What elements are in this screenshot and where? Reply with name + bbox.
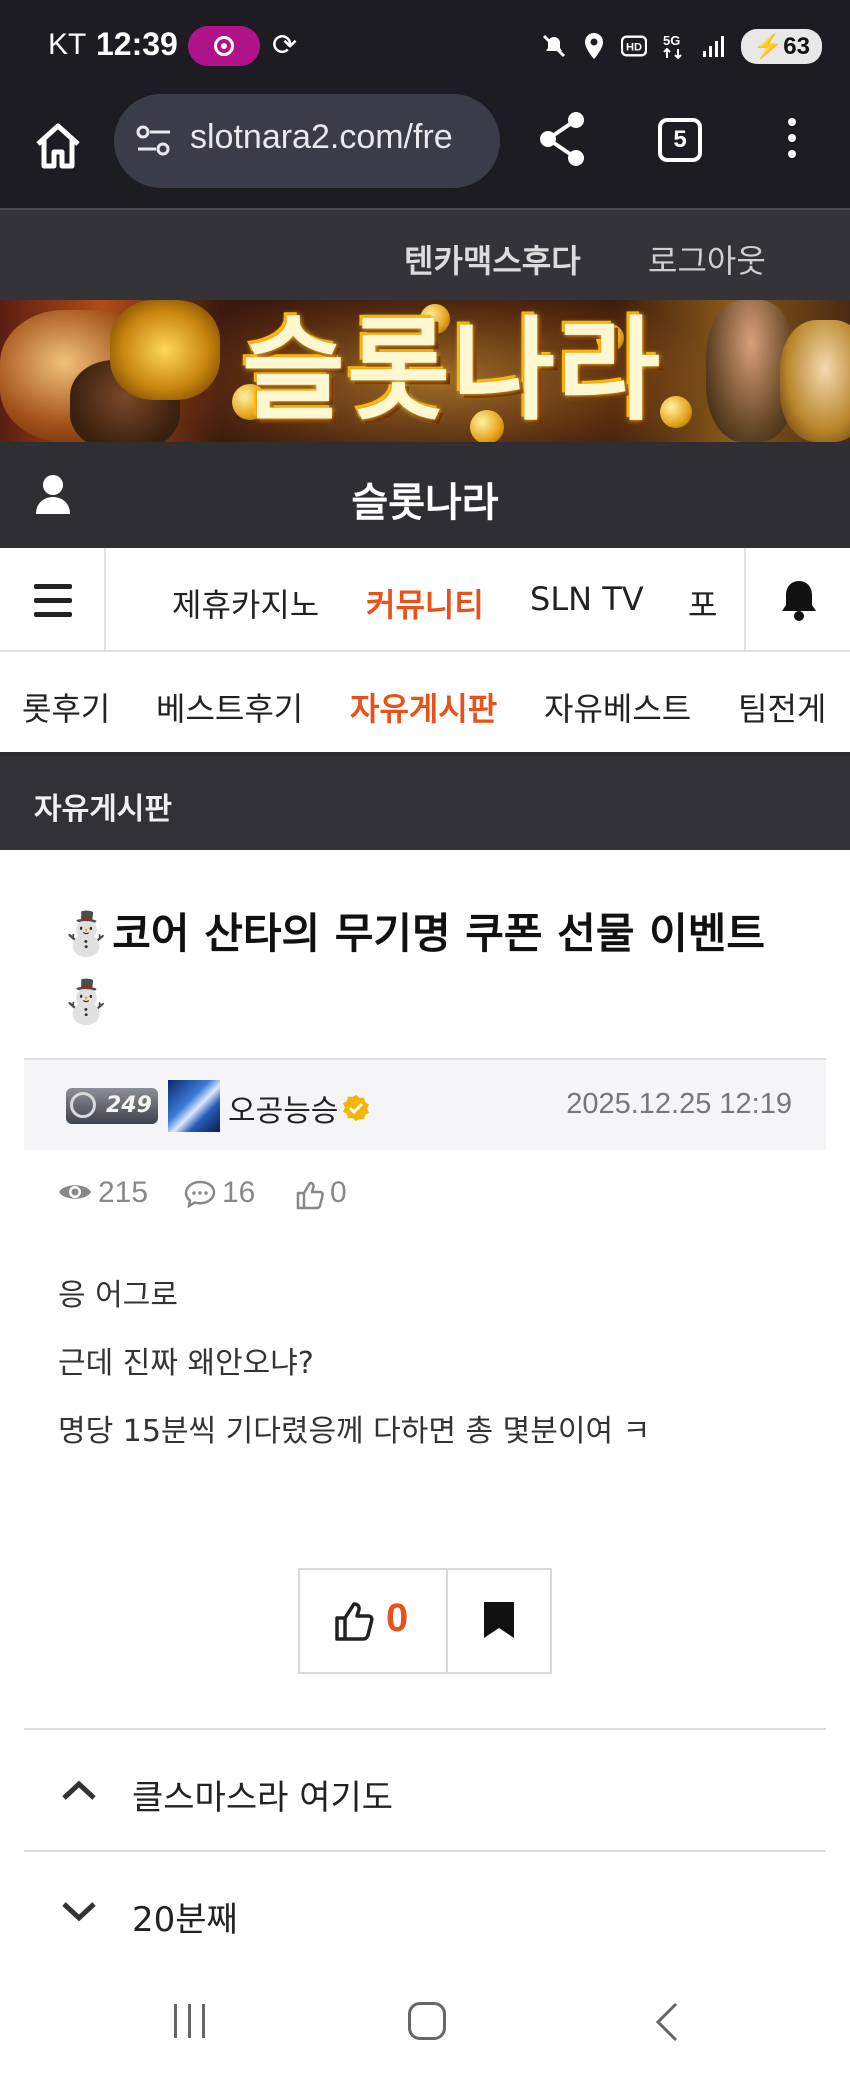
nav-item-partner-casino[interactable]: 제휴카지노 (172, 580, 319, 626)
sub-nav-item-free-best[interactable]: 자유베스트 (544, 684, 691, 730)
prev-post-title: 클스마스라 여기도 (132, 1778, 394, 1818)
post-title-line-2: ⛄ (60, 977, 113, 1026)
notification-button[interactable] (744, 548, 850, 652)
sub-nav-item-free-board[interactable]: 자유게시판 (350, 684, 497, 730)
banner-art-right-god (780, 320, 850, 442)
hd-icon: HD (621, 33, 648, 59)
comment-icon (184, 1180, 216, 1208)
vote-count: 0 (386, 1596, 409, 1640)
banner-logo-text: 슬롯나라 (241, 306, 663, 436)
thumbs-up-icon (296, 1181, 324, 1210)
hamburger-icon[interactable] (0, 548, 106, 652)
mute-icon (541, 33, 567, 59)
svg-text:5G: 5G (663, 33, 680, 48)
clock: 12:39 (96, 26, 178, 62)
site-header: 슬롯나라 (0, 442, 850, 548)
chevron-up-icon (60, 1776, 98, 1804)
board-title: 자유게시판 (34, 792, 172, 827)
eye-icon (59, 1185, 91, 1199)
site-title[interactable]: 슬롯나라 (0, 470, 850, 528)
signal-icon (701, 33, 727, 59)
level-badge: 249 (66, 1088, 158, 1124)
sub-nav-item-review[interactable]: 롯후기 (22, 684, 110, 730)
browser-toolbar: slotnara2.com/fre 5 (0, 92, 850, 208)
system-navigation-bar (0, 1960, 850, 2078)
main-nav-scroller[interactable]: 제휴카지노 커뮤니티 SLN TV 포 (106, 548, 744, 652)
post-body-line-1: 응 어그로 (58, 1278, 178, 1313)
address-bar[interactable]: slotnara2.com/fre (114, 94, 500, 188)
nav-item-partial[interactable]: 포 (688, 580, 717, 626)
nav-item-sln-tv[interactable]: SLN TV (530, 580, 644, 618)
logout-link[interactable]: 로그아웃 (648, 236, 766, 282)
nav-item-community[interactable]: 커뮤니티 (366, 580, 484, 626)
verified-badge-icon (342, 1094, 370, 1122)
more-menu-icon[interactable] (780, 114, 804, 166)
tab-switcher-button[interactable]: 5 (658, 118, 702, 162)
next-post-title: 20분째 (132, 1900, 238, 1940)
status-bar: KT 12:39 ⟳ HD 5G ⚡63 (0, 0, 850, 92)
post-date: 2025.12.25 12:19 (566, 1088, 792, 1120)
sub-nav: 롯후기 베스트후기 자유게시판 자유베스트 팀전게 (0, 652, 850, 756)
location-icon (581, 33, 607, 59)
sub-nav-item-team[interactable]: 팀전게 (738, 684, 826, 730)
post-meta: 249 오공능승 2025.12.25 12:19 (24, 1058, 826, 1150)
system-back-button[interactable] (652, 2002, 680, 2042)
thumbs-up-icon (335, 1602, 374, 1641)
5g-icon: 5G (661, 33, 687, 60)
bell-icon (778, 578, 820, 622)
post-title-line-1: ⛄코어 산타의 무기명 쿠폰 선물 이벤트 (60, 909, 766, 958)
next-post-link[interactable]: 20분째 (24, 1850, 826, 1972)
author-name[interactable]: 오공능승 (228, 1086, 338, 1130)
chevron-down-icon (60, 1898, 98, 1926)
post-body-line-3: 명당 15분씩 기다렸응께 다하면 총 몇분이여 ㅋ (58, 1414, 651, 1449)
home-icon[interactable] (30, 118, 86, 174)
main-nav: 제휴카지노 커뮤니티 SLN TV 포 (0, 548, 850, 652)
prev-post-link[interactable]: 클스마스라 여기도 (24, 1728, 826, 1850)
vote-box: 0 (298, 1568, 552, 1674)
notification-icon: ⟳ (272, 28, 298, 63)
bookmark-icon (484, 1602, 514, 1638)
url-text: slotnara2.com/fre (190, 118, 453, 156)
avatar[interactable] (168, 1080, 220, 1132)
carrier-label: KT (48, 28, 87, 61)
site-banner[interactable]: 슬롯나라 (0, 300, 850, 442)
recents-button[interactable] (172, 2004, 208, 2038)
sub-nav-item-best-review[interactable]: 베스트후기 (156, 684, 303, 730)
share-icon[interactable] (538, 110, 588, 168)
post-title: ⛄코어 산타의 무기명 쿠폰 선물 이벤트 ⛄ (60, 900, 780, 1036)
site-settings-icon[interactable] (134, 124, 174, 158)
post-body-line-2: 근데 진짜 왜안오냐? (58, 1346, 314, 1381)
board-header: 자유게시판 (0, 756, 850, 850)
battery-indicator: ⚡63 (741, 28, 822, 64)
svg-text:HD: HD (626, 42, 642, 54)
site-user-bar: 텐카맥스후다 로그아웃 (0, 208, 850, 300)
system-home-button[interactable] (408, 2002, 446, 2040)
screen-record-indicator (188, 26, 260, 66)
status-icons: HD 5G ⚡63 (541, 24, 822, 68)
username-link[interactable]: 텐카맥스후다 (404, 236, 581, 282)
like-button[interactable]: 0 (300, 1570, 448, 1672)
bookmark-button[interactable] (448, 1570, 550, 1672)
